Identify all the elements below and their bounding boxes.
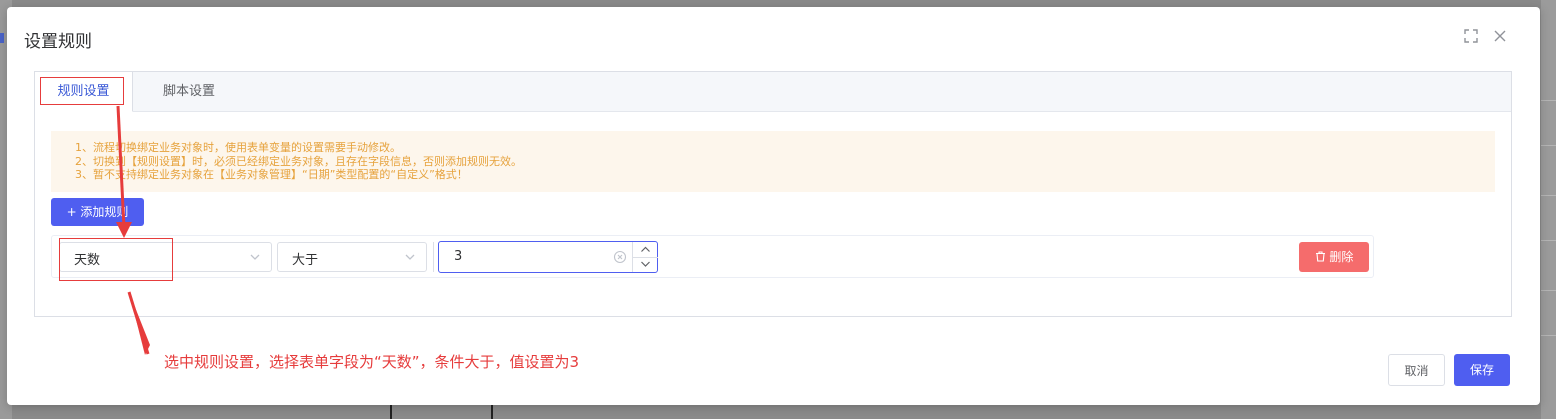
stepper-decrease-button[interactable] bbox=[633, 257, 658, 272]
operator-select-value: 大于 bbox=[292, 253, 319, 268]
delete-rule-button[interactable]: 删除 bbox=[1299, 242, 1369, 272]
tabs-header: 规则设置 脚本设置 bbox=[35, 72, 1511, 112]
backdrop-divider bbox=[491, 405, 493, 419]
chevron-down-icon bbox=[641, 261, 650, 267]
notice-line: 2、切换到【规则设置】时，必须已经绑定业务对象，且存在字段信息，否则添加规则无效… bbox=[75, 154, 522, 168]
save-button[interactable]: 保存 bbox=[1454, 354, 1510, 386]
backdrop-divider bbox=[390, 405, 392, 419]
delete-label: 删除 bbox=[1329, 250, 1354, 264]
annotation-text: 选中规则设置，选择表单字段为“天数”，条件大于，值设置为3 bbox=[164, 353, 580, 371]
notice-line: 1、流程切换绑定业务对象时，使用表单变量的设置需要手动修改。 bbox=[75, 141, 401, 154]
rule-settings-dialog: 设置规则 规则设置 脚本设置 1、流程切换绑定业务对象时，使用表单变量的设置需要… bbox=[7, 7, 1540, 405]
tab-script-settings[interactable]: 脚本设置 bbox=[133, 72, 245, 112]
notice-line: 3、暂不支持绑定业务对象在【业务对象管理】“日期”类型配置的“自定义”格式！ bbox=[75, 168, 468, 181]
rule-row: 天数 大于 3 删除 bbox=[51, 235, 1374, 281]
dialog-title: 设置规则 bbox=[24, 32, 92, 52]
trash-icon bbox=[1315, 251, 1325, 262]
tab-label: 脚本设置 bbox=[162, 84, 215, 99]
value-input-text: 3 bbox=[454, 249, 463, 264]
tab-highlight-box bbox=[40, 77, 124, 105]
cancel-button[interactable]: 取消 bbox=[1388, 354, 1445, 386]
backdrop-left-mark bbox=[0, 33, 4, 43]
add-rule-button[interactable]: + 添加规则 bbox=[51, 198, 144, 226]
field-highlight-box bbox=[59, 238, 173, 281]
value-number-input[interactable]: 3 bbox=[438, 241, 658, 273]
divider bbox=[433, 242, 434, 272]
value-stepper bbox=[632, 242, 658, 272]
clear-circle-icon[interactable] bbox=[613, 250, 627, 264]
operator-select[interactable]: 大于 bbox=[277, 242, 427, 272]
chevron-down-icon bbox=[405, 254, 415, 260]
close-icon[interactable] bbox=[1492, 28, 1508, 44]
fullscreen-icon[interactable] bbox=[1463, 28, 1479, 44]
stepper-increase-button[interactable] bbox=[633, 242, 658, 258]
tabs-container: 规则设置 脚本设置 1、流程切换绑定业务对象时，使用表单变量的设置需要手动修改。… bbox=[34, 71, 1512, 317]
warning-notice: 1、流程切换绑定业务对象时，使用表单变量的设置需要手动修改。 2、切换到【规则设… bbox=[51, 131, 1495, 192]
backdrop-right bbox=[1541, 0, 1556, 419]
chevron-up-icon bbox=[641, 246, 650, 252]
chevron-down-icon bbox=[250, 254, 260, 260]
